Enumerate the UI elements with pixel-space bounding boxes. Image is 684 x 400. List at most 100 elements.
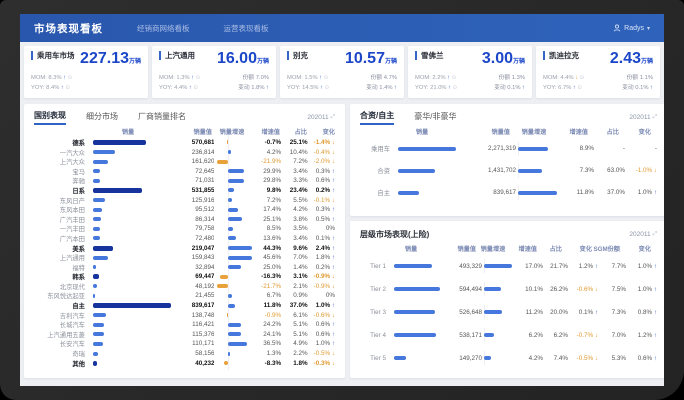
change-text: 0.8% bbox=[638, 309, 654, 316]
growth-bar-cell bbox=[214, 243, 253, 253]
kpi-mom-yoy: MOM: 8.3% ↑ ⊙YOY: 8.4% ↑ ⊙ bbox=[31, 74, 72, 94]
table-row[interactable]: 德系570,681-0.7%25.1%-1.4% ↓ bbox=[34, 138, 335, 148]
column-header: 销量增速 bbox=[510, 127, 558, 136]
row-label: 上汽通用五菱 bbox=[34, 330, 91, 339]
change-value: 0.6% ↑ bbox=[308, 177, 335, 184]
sales-bar-cell bbox=[392, 353, 442, 363]
up-arrow-icon: ↑ bbox=[654, 286, 657, 293]
table-row[interactable]: Tier 1493,32917.0%21.7%1.2% ↑7.7%1.0% ↑ bbox=[360, 255, 657, 278]
table-row[interactable]: 吉利汽车138,748-0.9%6.1%-0.6% ↓ bbox=[34, 310, 335, 320]
jv-table-header: 销量销量值销量增速增速值占比变化 bbox=[360, 126, 657, 138]
tab-segment-market[interactable]: 细分市场 bbox=[86, 111, 118, 124]
sales-bar bbox=[93, 284, 97, 288]
share-value: 20.0% bbox=[543, 309, 568, 316]
growth-bar-cell bbox=[214, 262, 253, 272]
table-row[interactable]: 一汽丰田79,7588.5%3.5%0% bbox=[34, 224, 335, 234]
user-menu[interactable]: Radys ▾ bbox=[613, 24, 650, 32]
kpi-mom-yoy: MOM: 4.4% ↓ ⊙YOY: 6.7% ↑ ⊙ bbox=[543, 74, 584, 94]
growth-bar-cell bbox=[214, 329, 253, 339]
sales-bar-cell bbox=[396, 188, 460, 198]
table-row[interactable]: 东风本田95,51217.4%4.2%0.3% ↑ bbox=[34, 205, 335, 215]
growth-bar bbox=[484, 333, 494, 337]
table-row[interactable]: 奇瑞58,1561.3%2.2%-0.5% ↓ bbox=[34, 349, 335, 359]
kpi-card[interactable]: 凯迪拉克2.43万辆MOM: 4.4% ↓ ⊙YOY: 6.7% ↑ ⊙份额 1… bbox=[536, 46, 660, 98]
column-header: 销量 bbox=[86, 127, 170, 136]
sales-bar-cell bbox=[392, 284, 442, 294]
growth-bar-cell bbox=[482, 261, 516, 271]
table-row[interactable]: 长城汽车116,42124.2%5.1%0.6% ↑ bbox=[34, 320, 335, 330]
table-row[interactable]: 福特32,89425.0%1.4%0.2% ↑ bbox=[34, 262, 335, 272]
table-row[interactable]: 奔驰71,03129.8%3.3%0.6% ↑ bbox=[34, 176, 335, 186]
table-row[interactable]: 上汽大众161,620-21.9%7.2%-2.0% ↓ bbox=[34, 157, 335, 167]
sales-bar-cell bbox=[396, 166, 460, 176]
change-text: 0.3% bbox=[316, 206, 332, 213]
table-row[interactable]: 自主839,61711.8%37.0%1.0% ↑ bbox=[34, 301, 335, 311]
table-row[interactable]: Tier 4538,1716.2%6.2%-0.7% ↓7.0%1.2% ↑ bbox=[360, 324, 657, 347]
table-row[interactable]: 宝马72,64529.9%3.4%0.3% ↑ bbox=[34, 166, 335, 176]
growth-bar-cell bbox=[214, 272, 253, 282]
table-row[interactable]: 一汽大众236,8144.2%10.4%-0.4% ↓ bbox=[34, 147, 335, 157]
tab-luxury-nonluxury[interactable]: 豪华/非豪华 bbox=[414, 111, 456, 124]
kpi-card[interactable]: 别克10.57万辆MOM: 1.5% ↑ ⊙YOY: 14.5% ↑ ⊙份额 4… bbox=[280, 46, 404, 98]
table-row[interactable]: Tier 5149,2704.2%7.4%-0.5% ↓5.3%0.6% ↑ bbox=[360, 347, 657, 370]
share-value: 7.4% bbox=[543, 355, 568, 362]
growth-bar-cell bbox=[214, 224, 253, 234]
kpi-yoy: YOY: 21.0% ↑ ⊙ bbox=[415, 84, 457, 94]
kpi-card[interactable]: 雪佛兰3.00万辆MOM: 2.2% ↑ ⊙YOY: 21.0% ↑ ⊙份额 1… bbox=[408, 46, 532, 98]
column-header: 变化 bbox=[619, 127, 651, 136]
kpi-card[interactable]: 上汽通用16.00万辆MOM: 1.3% ↑ ⊙YOY: 4.4% ↑ ⊙份额 … bbox=[152, 46, 276, 98]
up-arrow-icon: ↑ bbox=[332, 168, 335, 175]
kpi-change: 变动 1.4% ↑ bbox=[366, 84, 397, 94]
growth-bar bbox=[228, 198, 232, 202]
sales-bar-cell bbox=[91, 157, 173, 167]
growth-bar-cell bbox=[214, 176, 253, 186]
tab-oem-ranking[interactable]: 厂商销量排名 bbox=[138, 111, 186, 124]
table-row[interactable]: 东风悦达起亚21,4556.7%0.9%0% bbox=[34, 291, 335, 301]
table-row[interactable]: Tier 3526,64811.2%20.0%0.1% ↑7.3%0.8% ↑ bbox=[360, 301, 657, 324]
change-text: 1.8% bbox=[316, 254, 332, 261]
table-row[interactable]: 长安汽车110,17136.5%4.9%1.0% ↑ bbox=[34, 339, 335, 349]
sales-value: 79,758 bbox=[173, 225, 214, 232]
table-row[interactable]: 日系531,8559.8%23.4%0.2% ↑ bbox=[34, 186, 335, 196]
sales-bar bbox=[398, 191, 419, 195]
table-row[interactable]: 其他40,232-8.3%1.8%-0.3% ↓ bbox=[34, 358, 335, 368]
table-row[interactable]: 合资1,431,7027.3%63.0%-1.0% ↓ bbox=[360, 160, 657, 182]
table-row[interactable]: 乘用车2,271,3198.9%-- bbox=[360, 138, 657, 160]
kpi-value: 227.13万辆 bbox=[80, 51, 141, 67]
table-row[interactable]: 自主839,61711.8%37.0%1.0% ↑ bbox=[360, 182, 657, 204]
change-value: -0.5% ↓ bbox=[308, 350, 335, 357]
table-row[interactable]: 广汽本田72,48013.6%3.4%0.1% ↑ bbox=[34, 234, 335, 244]
kpi-mom: MOM: 1.3% ↑ ⊙ bbox=[159, 74, 200, 84]
date-filter[interactable]: 202011 ⤢ bbox=[629, 231, 657, 238]
column-header: 变化 bbox=[562, 244, 592, 253]
table-row[interactable]: 美系219,04744.3%9.6%2.4% ↑ bbox=[34, 243, 335, 253]
change-text: -0.3% bbox=[314, 360, 332, 367]
date-filter[interactable]: 202011 ⤢ bbox=[307, 114, 335, 121]
table-row[interactable]: 北京现代48,192-21.7%2.1%-0.9% ↓ bbox=[34, 282, 335, 292]
growth-bar bbox=[518, 169, 542, 173]
tab-country-performance[interactable]: 国别表现 bbox=[34, 110, 66, 125]
change-value: 0.2% ↑ bbox=[308, 187, 335, 194]
sales-value: 72,645 bbox=[173, 168, 214, 175]
down-arrow-icon: ↓ bbox=[332, 312, 335, 319]
table-row[interactable]: 广汽丰田86,31425.1%3.8%0.5% ↑ bbox=[34, 214, 335, 224]
table-row[interactable]: Tier 2594,49410.1%26.2%-0.6% ↓7.5%1.0% ↑ bbox=[360, 278, 657, 301]
column-header: 增速值 bbox=[252, 127, 280, 136]
table-row[interactable]: 韩系69,447-16.3%3.1%-0.9% ↓ bbox=[34, 272, 335, 282]
sales-value: 159,843 bbox=[173, 254, 214, 261]
tab-jv-domestic[interactable]: 合资/自主 bbox=[360, 110, 394, 125]
kpi-label: 乘用车市场 bbox=[31, 51, 75, 60]
table-row[interactable]: 上汽通用五菱115,37624.1%5.1%0.6% ↑ bbox=[34, 330, 335, 340]
sales-value: 32,894 bbox=[173, 264, 214, 271]
sales-value: 125,916 bbox=[173, 197, 214, 204]
change-text: -0.4% bbox=[314, 149, 332, 156]
table-row[interactable]: 东风日产125,9167.2%5.5%-0.1% ↓ bbox=[34, 195, 335, 205]
change-value: 0.6% ↑ bbox=[308, 321, 335, 328]
table-row[interactable]: 上汽通用159,84345.6%7.0%1.8% ↑ bbox=[34, 253, 335, 263]
growth-bar bbox=[228, 236, 235, 240]
growth-value: 1.3% bbox=[254, 350, 281, 357]
header-tab-dealer-network[interactable]: 经销商网络看板 bbox=[137, 23, 190, 34]
header-tab-operations[interactable]: 运营表现看板 bbox=[224, 23, 269, 34]
kpi-card[interactable]: 乘用车市场 227.13万辆 MOM: 8.3% ↑ ⊙YOY: 8.4% ↑ ⊙ bbox=[24, 46, 148, 98]
date-filter[interactable]: 202011 ⤢ bbox=[629, 114, 657, 121]
